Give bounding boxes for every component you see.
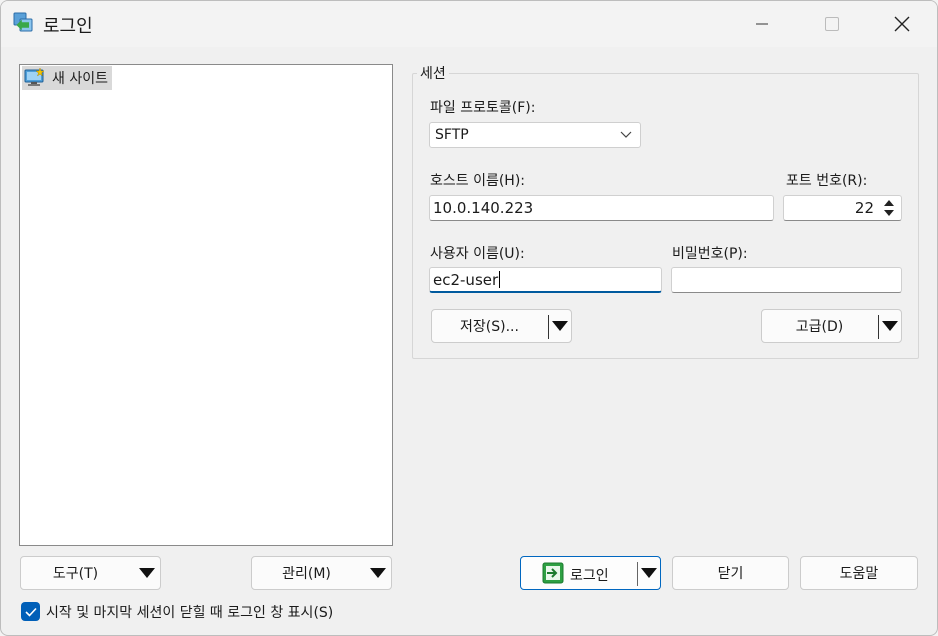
maximize-button[interactable] (797, 1, 867, 47)
advanced-button[interactable]: 고급(D) (762, 316, 901, 336)
password-input[interactable] (671, 267, 902, 293)
password-label: 비밀번호(P): (672, 246, 748, 262)
dropdown-arrow-icon[interactable] (139, 568, 155, 578)
close-icon (894, 16, 910, 32)
manage-split-button[interactable]: 관리(M) (251, 556, 392, 590)
help-button-label: 도움말 (839, 566, 879, 582)
dropdown-arrow-icon[interactable] (641, 568, 657, 578)
split-divider (548, 315, 549, 339)
help-button[interactable]: 도움말 (800, 556, 918, 590)
login-arrow-icon (542, 562, 564, 584)
close-dialog-button[interactable]: 닫기 (672, 556, 789, 590)
new-site-monitor-icon (24, 68, 45, 86)
show-login-checkbox[interactable] (21, 602, 40, 621)
protocol-value: SFTP (435, 127, 469, 143)
user-label: 사용자 이름(U): (430, 246, 525, 262)
maximize-icon (825, 17, 839, 31)
close-button-label: 닫기 (717, 566, 744, 582)
stepper-down-icon[interactable] (879, 208, 899, 219)
host-label: 호스트 이름(H): (430, 173, 526, 189)
site-item-label: 새 사이트 (52, 71, 108, 87)
save-split-button[interactable]: 저장(S)... (431, 309, 572, 343)
dropdown-arrow-icon[interactable] (552, 321, 568, 331)
stepper-up-icon[interactable] (879, 197, 899, 208)
close-window-button[interactable] (867, 1, 937, 47)
session-group-title: 세션 (417, 63, 449, 83)
show-login-checkbox-label[interactable]: 시작 및 마지막 세션이 닫힐 때 로그인 창 표시(S) (46, 602, 333, 622)
login-button[interactable]: 로그인 (570, 565, 609, 585)
port-stepper[interactable]: 22 (783, 195, 902, 221)
port-stepper-arrows[interactable] (879, 197, 899, 219)
tools-split-button[interactable]: 도구(T) (20, 556, 161, 590)
checkmark-icon (24, 607, 37, 617)
minimize-icon (756, 23, 768, 25)
user-input[interactable]: ec2-user (429, 267, 662, 293)
window-title: 로그인 (43, 16, 93, 37)
title-bar[interactable]: 로그인 (1, 1, 937, 47)
minimize-button[interactable] (727, 1, 797, 47)
port-label: 포트 번호(R): (786, 173, 868, 189)
port-value: 22 (854, 199, 874, 217)
dropdown-arrow-icon[interactable] (370, 568, 386, 578)
host-input[interactable]: 10.0.140.223 (429, 195, 774, 221)
chevron-down-icon (620, 131, 632, 138)
split-divider (637, 562, 638, 586)
host-value: 10.0.140.223 (433, 199, 534, 217)
text-caret (499, 271, 501, 288)
protocol-select[interactable]: SFTP (429, 122, 641, 148)
protocol-label: 파일 프로토콜(F): (430, 100, 536, 116)
save-button[interactable]: 저장(S)... (432, 316, 571, 336)
site-list[interactable]: 새 사이트 (19, 64, 393, 546)
advanced-split-button[interactable]: 고급(D) (761, 309, 902, 343)
login-split-button[interactable]: 로그인 (520, 556, 661, 590)
split-divider (878, 315, 879, 339)
dropdown-arrow-icon[interactable] (882, 321, 898, 331)
site-item-new-site[interactable]: 새 사이트 (22, 66, 112, 90)
user-value: ec2-user (433, 270, 499, 289)
login-dialog: 로그인 새 사이트 세션 파일 프로토콜(F): SFTP 호스트 이름(H):… (0, 0, 938, 636)
winscp-login-icon (13, 12, 33, 32)
